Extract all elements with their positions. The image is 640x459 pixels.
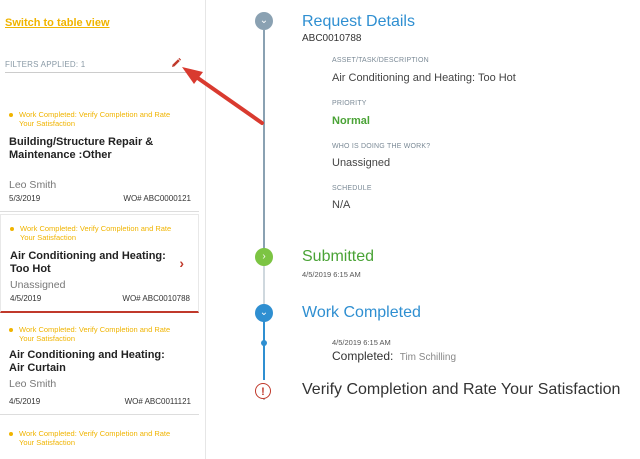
chevron-down-icon[interactable]: ⌄ [255, 304, 273, 322]
work-completed-timestamp: 4/5/2019 6:15 AM [332, 338, 391, 347]
request-title: Air Conditioning and Heating: Air Curtai… [9, 349, 165, 374]
request-date: 4/5/2019 [9, 397, 41, 406]
field-label: SCHEDULE [332, 185, 372, 192]
completed-by-row: Completed: Tim Schilling [332, 349, 456, 363]
divider [0, 211, 199, 212]
status-dot-icon [9, 113, 13, 117]
priority-value: Normal [332, 115, 370, 127]
request-assignee: Leo Smith [9, 378, 57, 390]
request-card[interactable]: Work Completed: Verify Completion and Ra… [0, 417, 199, 459]
asset-description-value: Air Conditioning and Heating: Too Hot [332, 72, 516, 84]
work-completed-title: Work Completed [302, 304, 421, 321]
request-date: 5/3/2019 [9, 194, 41, 203]
work-order-number: WO# ABC0011121 [124, 397, 191, 406]
status-text-wrapper: Work Completed: Verify Completion and Ra… [9, 110, 179, 128]
status-text-wrapper: Work Completed: Verify Completion and Ra… [9, 325, 179, 343]
completed-by-name: Tim Schilling [399, 352, 457, 363]
request-card-selected[interactable]: Work Completed: Verify Completion and Ra… [0, 214, 199, 313]
chevron-right-icon[interactable]: › [179, 255, 184, 271]
pencil-icon[interactable] [170, 57, 182, 69]
field-label: ASSET/TASK/DESCRIPTION [332, 57, 429, 64]
request-assignee: Unassigned [10, 279, 66, 291]
request-date: 4/5/2019 [10, 294, 42, 303]
switch-to-table-view-link[interactable]: Switch to table view [5, 17, 110, 29]
request-status: Work Completed: Verify Completion and Ra… [20, 224, 172, 242]
timeline-line [263, 320, 265, 380]
request-status: Work Completed: Verify Completion and Ra… [19, 110, 171, 128]
request-status: Work Completed: Verify Completion and Ra… [19, 325, 171, 343]
request-title: Air Conditioning and Heating: Too Hot [10, 250, 166, 275]
status-dot-icon [9, 328, 13, 332]
status-dot-icon [9, 432, 13, 436]
request-card[interactable]: Work Completed: Verify Completion and Ra… [0, 100, 199, 212]
timeline-line [263, 30, 265, 255]
timeline-line [263, 265, 265, 305]
request-title: Building/Structure Repair & Maintenance … [9, 136, 154, 161]
request-details-title: Request Details [302, 13, 415, 30]
status-text-wrapper: Work Completed: Verify Completion and Ra… [10, 224, 180, 242]
field-label: PRIORITY [332, 100, 367, 107]
verify-completion-title: Verify Completion and Rate Your Satisfac… [302, 381, 621, 398]
request-assignee: Leo Smith [9, 179, 57, 191]
chevron-down-icon[interactable]: ⌄ [255, 12, 273, 30]
status-text-wrapper: Work Completed: Verify Completion and Ra… [9, 429, 179, 447]
field-label: WHO IS DOING THE WORK? [332, 143, 431, 150]
request-id: ABC0010788 [302, 33, 362, 44]
divider [0, 414, 199, 415]
filters-applied-label: FILTERS APPLIED: 1 [5, 60, 86, 69]
request-status: Work Completed: Verify Completion and Ra… [19, 429, 171, 447]
chevron-right-icon[interactable]: › [255, 248, 273, 266]
submitted-title: Submitted [302, 248, 375, 265]
assignee-value: Unassigned [332, 157, 391, 169]
request-list-panel: Switch to table view FILTERS APPLIED: 1 … [0, 0, 206, 459]
status-dot-icon [10, 227, 14, 231]
request-card[interactable]: Work Completed: Verify Completion and Ra… [0, 316, 199, 415]
submitted-timestamp: 4/5/2019 6:15 AM [302, 270, 361, 279]
timeline-dot [261, 340, 267, 346]
alert-icon: ! [255, 383, 271, 399]
work-order-number: WO# ABC0000121 [123, 194, 191, 203]
completed-label: Completed: [332, 349, 394, 363]
schedule-value: N/A [332, 199, 351, 211]
work-order-number: WO# ABC0010788 [122, 294, 190, 303]
divider [5, 72, 191, 73]
